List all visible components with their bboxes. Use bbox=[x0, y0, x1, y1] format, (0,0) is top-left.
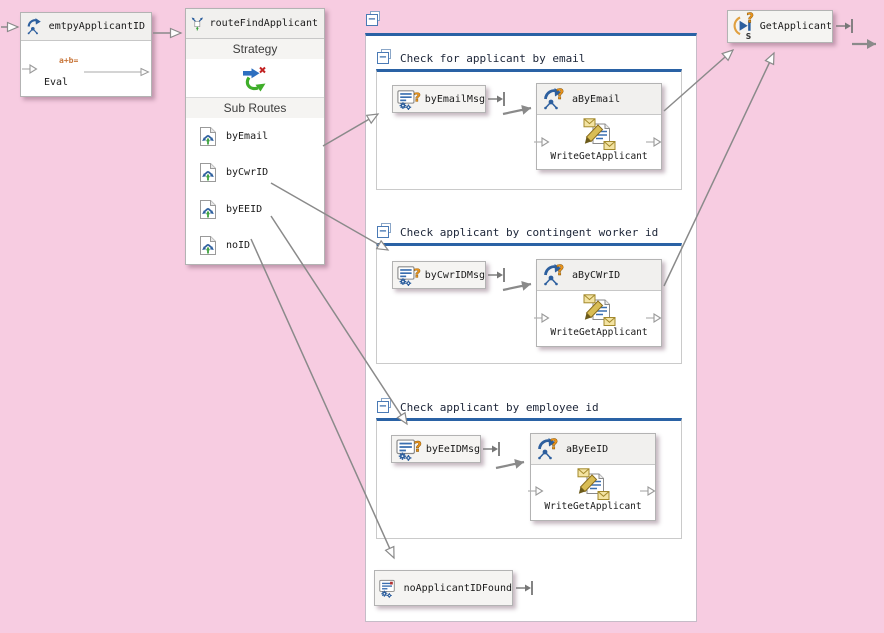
node-label: emtpyApplicantID bbox=[49, 21, 145, 32]
section-collapse-icon[interactable]: − bbox=[377, 225, 393, 239]
subroute-doc-icon bbox=[199, 162, 217, 183]
svg-text:?: ? bbox=[556, 263, 564, 279]
strategy-icon-row bbox=[186, 59, 324, 97]
subroute-label: byCwrID bbox=[226, 167, 268, 178]
subroute-doc-icon bbox=[199, 126, 217, 147]
subroute-doc-icon bbox=[199, 199, 217, 220]
msg-node-byCwrIDMsg[interactable]: ? byCwrIDMsg bbox=[392, 261, 486, 289]
section-collapse-icon[interactable]: − bbox=[377, 400, 393, 414]
section-title: Check applicant by contingent worker id bbox=[400, 227, 658, 238]
collapse-minus-icon: − bbox=[377, 52, 389, 64]
node-emtpyApplicantID[interactable]: emtpyApplicantID a+b= Eval bbox=[20, 12, 152, 97]
svg-text:?: ? bbox=[550, 437, 558, 453]
node-GetApplicant[interactable]: ? S GetApplicant bbox=[727, 10, 833, 43]
node-label: routeFindApplicant bbox=[210, 18, 318, 29]
subroute-label: noID bbox=[226, 240, 250, 251]
msg-node-noApplicantIDFound[interactable]: noApplicantIDFound bbox=[374, 570, 513, 606]
node-label: aByEmail bbox=[572, 94, 620, 105]
node-label: WriteGetApplicant bbox=[550, 328, 647, 338]
section-header-ee: − Check applicant by employee id bbox=[377, 400, 599, 414]
strategy-header-label: Strategy bbox=[233, 42, 278, 56]
message-question-gears-icon: ? bbox=[396, 437, 422, 461]
eval-action-label[interactable]: Eval bbox=[44, 77, 68, 88]
panel-collapse-icon[interactable]: − bbox=[366, 13, 382, 27]
section-collapse-icon[interactable]: − bbox=[377, 51, 393, 65]
section-header-cwr: − Check applicant by contingent worker i… bbox=[377, 225, 658, 239]
collapse-minus-icon: − bbox=[377, 226, 389, 238]
svg-text:S: S bbox=[746, 32, 751, 41]
msg-node-byEeIDMsg[interactable]: ? byEeIDMsg bbox=[391, 435, 481, 463]
message-error-gears-icon bbox=[379, 574, 400, 602]
svg-text:?: ? bbox=[414, 439, 422, 455]
collapse-minus-icon: − bbox=[377, 401, 389, 413]
router-icon bbox=[191, 12, 204, 35]
flow-end-icon bbox=[836, 19, 852, 33]
pipeline-question-icon: ? bbox=[536, 437, 560, 462]
flow-canvas: − − Check for applicant by email ? byEma… bbox=[0, 0, 884, 633]
collapse-minus-icon: − bbox=[366, 14, 378, 26]
node-label: byCwrIDMsg bbox=[425, 270, 485, 281]
section-title: Check applicant by employee id bbox=[400, 402, 599, 413]
first-match-strategy-icon[interactable] bbox=[240, 63, 270, 93]
subroute-item-byEmail[interactable]: byEmail bbox=[186, 118, 324, 155]
strategy-header: Strategy bbox=[186, 39, 324, 59]
expression-icon: a+b= bbox=[59, 56, 78, 65]
action-node-aByCWrID[interactable]: ? aByCWrID WriteGetApplicant bbox=[536, 259, 662, 347]
message-question-gears-icon: ? bbox=[397, 263, 421, 287]
subroute-label: byEmail bbox=[226, 131, 268, 142]
subroute-item-noID[interactable]: noID bbox=[186, 228, 324, 265]
node-label: GetApplicant bbox=[760, 21, 832, 32]
pipeline-question-icon: ? bbox=[542, 87, 566, 112]
subroute-item-byCwrID[interactable]: byCwrID bbox=[186, 155, 324, 192]
write-document-envelopes-icon bbox=[575, 468, 611, 502]
message-question-gears-icon: ? bbox=[397, 87, 421, 111]
write-document-envelopes-icon bbox=[581, 118, 617, 152]
svg-text:?: ? bbox=[746, 12, 754, 27]
pipeline-icon bbox=[26, 15, 43, 38]
node-label: aByEeID bbox=[566, 444, 608, 455]
subroutes-header: Sub Routes bbox=[186, 97, 324, 118]
section-title: Check for applicant by email bbox=[400, 53, 585, 64]
subroute-item-byEEID[interactable]: byEEID bbox=[186, 191, 324, 228]
node-label: WriteGetApplicant bbox=[550, 152, 647, 162]
msg-node-byEmailMsg[interactable]: ? byEmailMsg bbox=[392, 85, 486, 113]
pipeline-question-icon: ? bbox=[542, 263, 566, 288]
subroute-label: byEEID bbox=[226, 204, 262, 215]
subroutes-header-label: Sub Routes bbox=[224, 101, 287, 115]
subroute-doc-icon bbox=[199, 235, 217, 256]
svg-text:?: ? bbox=[413, 266, 420, 281]
svg-text:?: ? bbox=[413, 90, 420, 105]
section-header-email: − Check for applicant by email bbox=[377, 51, 585, 65]
node-label: aByCWrID bbox=[572, 270, 620, 281]
node-label: byEeIDMsg bbox=[426, 444, 480, 455]
node-label: byEmailMsg bbox=[425, 94, 485, 105]
node-label: noApplicantIDFound bbox=[404, 583, 512, 594]
svg-text:?: ? bbox=[556, 87, 564, 103]
node-label: WriteGetApplicant bbox=[544, 502, 641, 512]
node-routeFindApplicant[interactable]: routeFindApplicant Strategy Sub Routes bbox=[185, 8, 325, 265]
action-node-aByEmail[interactable]: ? aByEmail WriteGetApplicant bbox=[536, 83, 662, 170]
service-callout-icon: ? S bbox=[732, 12, 756, 41]
action-node-aByEeID[interactable]: ? aByEeID WriteGetApplicant bbox=[530, 433, 656, 521]
write-document-envelopes-icon bbox=[581, 294, 617, 328]
